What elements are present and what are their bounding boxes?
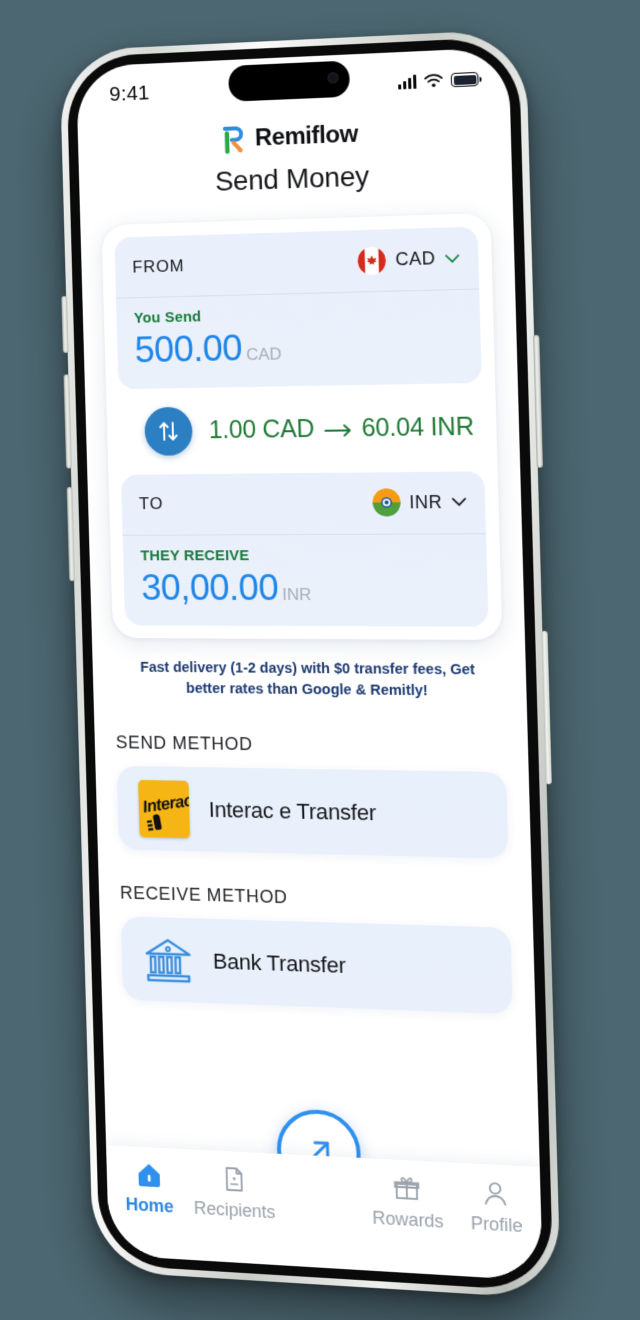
tab-rewards-label: Rowards [372,1208,444,1233]
canada-flag-icon [358,246,387,275]
from-currency-code: CAD [395,248,436,270]
scene: 9:41 Remiflow Send Money FROM CAD You Se… [0,0,640,1320]
tab-recipients[interactable]: Recipients [191,1163,278,1223]
to-pane: TO INR THEY RECEIVE 30,00.00 INR [121,471,489,627]
home-icon [135,1160,163,1189]
to-body: THEY RECEIVE 30,00.00 INR [123,534,489,627]
to-header: TO INR [121,471,486,536]
from-label: FROM [132,256,185,277]
bank-icon [142,935,194,984]
send-method-option[interactable]: Interac Interac e Transfer [117,766,509,859]
tab-home-label: Home [125,1194,173,1217]
currency-converter-card: FROM CAD You Send 500.00 CAD 1.00 CAD 60… [101,213,502,641]
exchange-rate-row: 1.00 CAD 60.04 INR [118,383,484,475]
tab-profile-label: Profile [471,1213,523,1237]
tab-recipients-label: Recipients [194,1198,276,1223]
send-method-section-label: SEND METHOD [116,733,506,760]
chevron-down-icon [451,497,467,507]
to-currency-code: INR [409,492,443,513]
swap-vertical-icon [157,419,180,444]
main-content: FROM CAD You Send 500.00 CAD 1.00 CAD 60… [80,212,535,1015]
status-icons [398,72,479,90]
swap-currency-button[interactable] [144,406,193,455]
tab-home[interactable]: Home [106,1159,192,1219]
exchange-rate-text: 1.00 CAD 60.04 INR [208,412,474,445]
from-body: You Send 500.00 CAD [116,289,482,388]
receive-amount-value: 30,00.00 [141,568,279,609]
dynamic-island [228,60,350,101]
brand-header: Remiflow [78,114,511,159]
signal-icon [398,75,417,90]
to-currency-selector[interactable]: INR [372,488,468,517]
from-header: FROM CAD [114,226,479,298]
send-amount-value: 500.00 [134,328,242,371]
phone-device: 9:41 Remiflow Send Money FROM CAD You Se… [59,29,561,1300]
receive-method-name: Bank Transfer [213,949,346,979]
promo-text: Fast delivery (1-2 days) with $0 transfe… [114,658,505,703]
tab-rewards[interactable]: Rowards [363,1172,453,1233]
phone-screen: 9:41 Remiflow Send Money FROM CAD You Se… [76,47,543,1281]
rate-quote: 60.04 INR [361,412,474,442]
brand-name: Remiflow [255,120,359,152]
receive-amount-currency: INR [282,585,312,605]
they-receive-label: THEY RECEIVE [140,546,468,564]
send-amount-currency: CAD [246,344,282,365]
send-amount-input[interactable]: 500.00 CAD [134,323,463,370]
tab-center-spacer [276,1168,363,1172]
status-time: 9:41 [109,81,150,106]
from-currency-selector[interactable]: CAD [358,244,461,275]
page-title: Send Money [79,155,513,202]
chevron-down-icon [444,253,460,264]
remiflow-logo-icon [223,125,248,153]
to-label: TO [139,494,164,514]
contact-card-icon [219,1165,247,1194]
arrow-right-icon [324,423,352,437]
receive-method-section-label: RECEIVE METHOD [120,883,510,915]
gift-icon [392,1174,421,1204]
india-flag-icon [372,488,401,516]
rate-base: 1.00 CAD [208,415,314,444]
from-pane: FROM CAD You Send 500.00 CAD [114,226,482,388]
tab-profile[interactable]: Profile [451,1177,542,1239]
you-send-label: You Send [134,302,462,327]
receive-amount-input[interactable]: 30,00.00 INR [141,568,470,609]
wifi-icon [424,73,443,88]
person-icon [481,1178,511,1208]
interac-mark [144,811,164,832]
interac-logo-icon: Interac [138,780,190,838]
send-method-name: Interac e Transfer [208,797,376,826]
battery-icon [451,72,479,87]
receive-method-option[interactable]: Bank Transfer [121,917,513,1015]
